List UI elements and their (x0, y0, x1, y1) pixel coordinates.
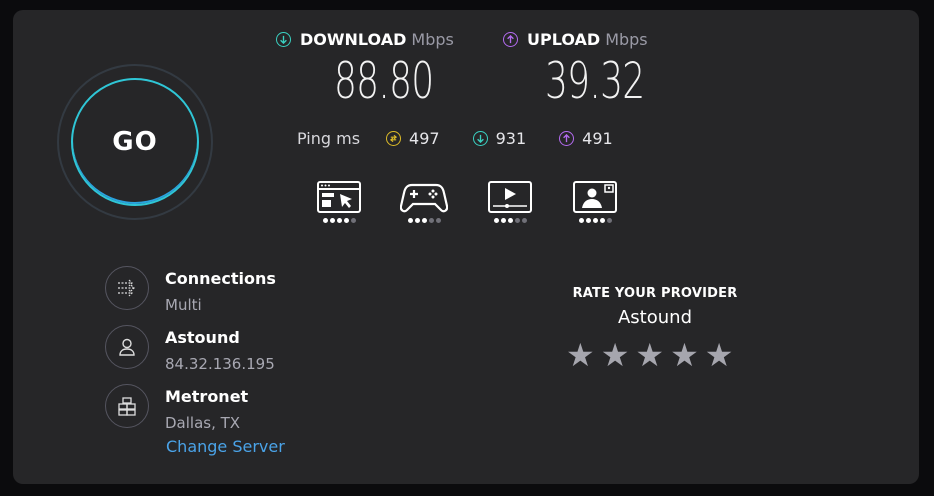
activity-web-browsing[interactable] (314, 180, 364, 223)
activity-rating (485, 218, 535, 223)
arrow-down-circle-icon (472, 131, 488, 146)
ping-idle-icon (386, 131, 402, 146)
activity-video-streaming[interactable] (485, 180, 535, 223)
server-name: Metronet (165, 387, 249, 406)
provider-name: Astound (165, 328, 240, 347)
upload-label: UPLOAD (527, 30, 601, 49)
rating-dot (414, 218, 420, 223)
rating-dot (585, 218, 591, 223)
star-icon[interactable]: ★ (705, 339, 734, 371)
user-icon (105, 325, 149, 369)
download-label: DOWNLOAD (300, 30, 407, 49)
rating-dot (350, 218, 356, 223)
server-icon (105, 384, 149, 428)
connections-title: Connections (165, 269, 276, 288)
browser-cursor-icon (317, 181, 361, 213)
activity-video-calling[interactable] (570, 180, 620, 223)
rate-provider-title: RATE YOUR PROVIDER (572, 286, 738, 301)
rating-stars: ★ ★ ★ ★ ★ (566, 339, 733, 371)
provider-info: Astound 84.32.136.195 (105, 325, 275, 375)
rating-dot (336, 218, 342, 223)
upload-header: UPLOAD Mbps (503, 30, 648, 49)
ping-row: Ping ms 497 931 491 (297, 129, 646, 148)
rating-dot (507, 218, 513, 223)
rating-dot (493, 218, 499, 223)
star-icon[interactable]: ★ (601, 339, 630, 371)
rating-dot (514, 218, 520, 223)
ping-download: 931 (472, 129, 527, 148)
rating-dot (329, 218, 335, 223)
arrow-up-circle-icon (559, 131, 575, 146)
video-player-icon (488, 181, 532, 213)
rating-dot (421, 218, 427, 223)
ping-idle: 497 (386, 129, 440, 148)
rate-provider-name: Astound (617, 307, 692, 328)
activity-rating (399, 218, 449, 223)
gamepad-icon (400, 183, 448, 213)
ping-upload-value: 491 (582, 129, 613, 148)
go-button[interactable]: GO (71, 78, 199, 206)
ping-label: Ping ms (297, 129, 361, 148)
activity-rating (570, 218, 620, 223)
upload-value: 39.32 (545, 52, 645, 110)
rating-dot (428, 218, 434, 223)
star-icon[interactable]: ★ (566, 339, 595, 371)
server-location: Dallas, TX (165, 414, 241, 432)
rating-dot (578, 218, 584, 223)
rating-dot (592, 218, 598, 223)
video-call-icon (573, 181, 617, 213)
download-value: 88.80 (334, 52, 434, 110)
ping-idle-value: 497 (409, 129, 440, 148)
arrow-down-circle-icon (276, 32, 291, 47)
rating-dot (521, 218, 527, 223)
rating-dot (407, 218, 413, 223)
rating-dot (500, 218, 506, 223)
connections-value: Multi (165, 296, 202, 314)
star-icon[interactable]: ★ (670, 339, 699, 371)
server-info: Metronet Dallas, TX (105, 384, 249, 434)
rating-dot (606, 218, 612, 223)
upload-unit: Mbps (605, 30, 648, 49)
ping-download-value: 931 (495, 129, 527, 148)
connections-info: Connections Multi (105, 266, 276, 316)
activity-gaming[interactable] (399, 180, 449, 223)
rating-dot (435, 218, 441, 223)
arrow-up-circle-icon (503, 32, 518, 47)
star-icon[interactable]: ★ (635, 339, 664, 371)
rating-dot (343, 218, 349, 223)
provider-ip: 84.32.136.195 (165, 355, 275, 373)
activity-rating (314, 218, 364, 223)
rating-dot (599, 218, 605, 223)
rating-dot (322, 218, 328, 223)
ping-upload: 491 (559, 129, 613, 148)
change-server-link[interactable]: Change Server (166, 437, 285, 456)
download-unit: Mbps (411, 30, 454, 49)
download-header: DOWNLOAD Mbps (276, 30, 454, 49)
connections-icon (105, 266, 149, 310)
